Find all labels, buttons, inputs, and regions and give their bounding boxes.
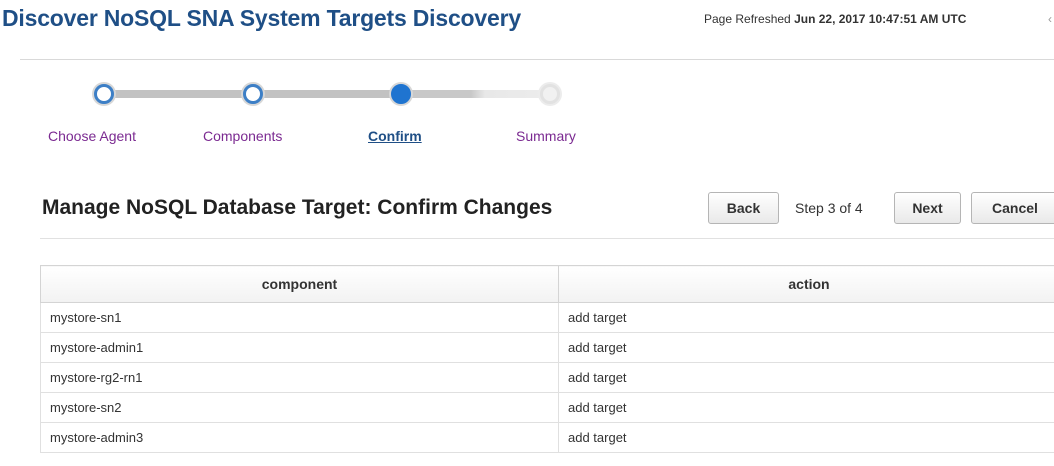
section-divider: [40, 238, 1054, 239]
table-row[interactable]: mystore-sn2 add target: [40, 392, 1054, 423]
step-indicator: Step 3 of 4: [795, 200, 863, 216]
train-connector-1: [112, 90, 248, 98]
component-cell: mystore-admin3: [40, 422, 559, 453]
train-stop-choose-agent[interactable]: [94, 84, 114, 104]
action-cell: add target: [558, 302, 1054, 333]
header-divider: [20, 59, 1054, 60]
table-row[interactable]: mystore-rg2-rn1 add target: [40, 362, 1054, 393]
train-connector-2: [264, 90, 400, 98]
column-header-component[interactable]: component: [40, 265, 559, 303]
table-row[interactable]: mystore-sn1 add target: [40, 302, 1054, 333]
table-row[interactable]: mystore-admin3 add target: [40, 422, 1054, 453]
page-refreshed-status: Page Refreshed Jun 22, 2017 10:47:51 AM …: [704, 12, 966, 26]
page-title: Discover NoSQL SNA System Targets Discov…: [2, 5, 521, 31]
step-link-components[interactable]: Components: [203, 128, 282, 144]
action-cell: add target: [558, 362, 1054, 393]
component-cell: mystore-admin1: [40, 332, 559, 363]
table-header-row: component action: [40, 265, 1054, 303]
component-cell: mystore-rg2-rn1: [40, 362, 559, 393]
step-link-choose-agent[interactable]: Choose Agent: [48, 128, 136, 144]
refresh-timestamp: Jun 22, 2017 10:47:51 AM UTC: [794, 12, 967, 26]
train-stop-summary: [540, 84, 560, 104]
page-header: Discover NoSQL SNA System Targets Discov…: [0, 0, 1054, 44]
train-stop-components[interactable]: [243, 84, 263, 104]
next-button[interactable]: Next: [894, 192, 961, 224]
action-cell: add target: [558, 392, 1054, 423]
section-title: Manage NoSQL Database Target: Confirm Ch…: [42, 196, 553, 219]
column-header-action[interactable]: action: [558, 265, 1054, 303]
back-button[interactable]: Back: [708, 192, 779, 224]
refresh-overflow-glyph: ‹: [1048, 12, 1052, 26]
changes-table: component action mystore-sn1 add target …: [40, 265, 1054, 453]
component-cell: mystore-sn2: [40, 392, 559, 423]
component-cell: mystore-sn1: [40, 302, 559, 333]
cancel-button[interactable]: Cancel: [971, 192, 1054, 224]
action-cell: add target: [558, 332, 1054, 363]
refresh-label: Page Refreshed: [704, 12, 791, 26]
action-cell: add target: [558, 422, 1054, 453]
step-label-summary: Summary: [516, 128, 576, 144]
train-connector-3: [408, 90, 548, 98]
table-row[interactable]: mystore-admin1 add target: [40, 332, 1054, 363]
train-stop-confirm: [391, 84, 411, 104]
step-link-confirm: Confirm: [368, 128, 422, 144]
